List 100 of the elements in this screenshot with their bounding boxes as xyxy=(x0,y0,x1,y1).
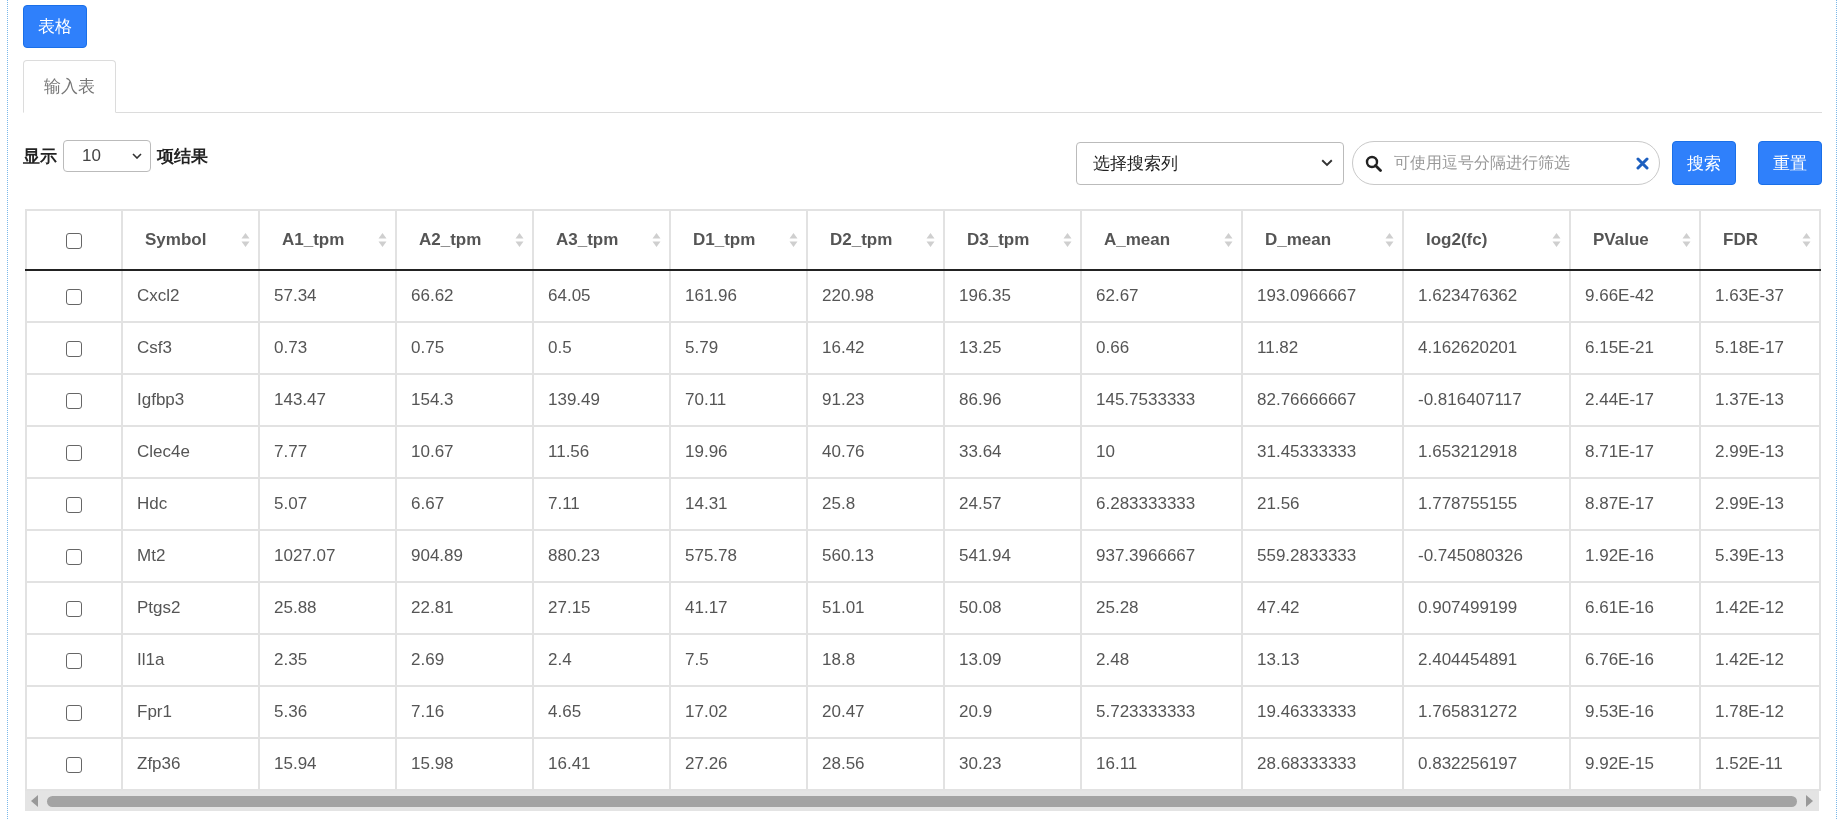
table-cell: 31.45333333 xyxy=(1242,426,1403,478)
table-cell: -0.745080326 xyxy=(1403,530,1570,582)
column-header[interactable]: PValue xyxy=(1593,230,1649,250)
column-header[interactable]: D3_tpm xyxy=(967,230,1030,250)
column-header[interactable]: A3_tpm xyxy=(556,230,619,250)
show-label: 显示 xyxy=(23,145,57,168)
table-cell: 1.63E-37 xyxy=(1700,270,1820,322)
column-header[interactable]: D_mean xyxy=(1265,230,1332,250)
scroll-right-icon[interactable] xyxy=(1805,795,1813,807)
row-checkbox[interactable] xyxy=(66,392,82,409)
table-cell: 41.17 xyxy=(670,582,807,634)
search-input[interactable]: 可使用逗号分隔进行筛选 xyxy=(1392,153,1626,173)
table-cell: 40.76 xyxy=(807,426,944,478)
table-cell: 64.05 xyxy=(533,270,670,322)
table-cell: 1.653212918 xyxy=(1403,426,1570,478)
table-cell: 51.01 xyxy=(807,582,944,634)
sort-icon[interactable] xyxy=(378,232,387,248)
table-cell: 5.36 xyxy=(259,686,396,738)
sort-icon[interactable] xyxy=(241,232,250,248)
clear-icon[interactable] xyxy=(1636,156,1649,170)
table-cell: 5.79 xyxy=(670,322,807,374)
table-cell: 27.15 xyxy=(533,582,670,634)
sort-icon[interactable] xyxy=(926,232,935,248)
column-header[interactable]: log2(fc) xyxy=(1426,230,1488,250)
table-cell: 7.5 xyxy=(670,634,807,686)
tab[interactable]: 输入表 xyxy=(23,60,116,113)
table-cell: 193.0966667 xyxy=(1242,270,1403,322)
table-cell: 66.62 xyxy=(396,270,533,322)
table-cell: 1.42E-12 xyxy=(1700,634,1820,686)
table-cell: Cxcl2 xyxy=(122,270,259,322)
row-checkbox[interactable] xyxy=(66,600,82,617)
chevron-down-icon xyxy=(132,153,142,159)
table-cell: 5.723333333 xyxy=(1081,686,1242,738)
sort-icon[interactable] xyxy=(1552,232,1561,248)
search-button[interactable]: 搜索 xyxy=(1672,141,1736,185)
column-header[interactable]: A_mean xyxy=(1104,230,1171,250)
row-checkbox[interactable] xyxy=(66,704,82,721)
table-cell: 14.31 xyxy=(670,478,807,530)
sort-icon[interactable] xyxy=(1385,232,1394,248)
sort-icon[interactable] xyxy=(1224,232,1233,248)
sort-icon[interactable] xyxy=(515,232,524,248)
table-cell: 10.67 xyxy=(396,426,533,478)
table-cell: 2.404454891 xyxy=(1403,634,1570,686)
table-cell: 145.7533333 xyxy=(1081,374,1242,426)
row-checkbox[interactable] xyxy=(66,444,82,461)
table-cell: 50.08 xyxy=(944,582,1081,634)
table-button[interactable]: 表格 xyxy=(23,5,87,48)
row-checkbox[interactable] xyxy=(66,340,82,357)
column-header[interactable]: D2_tpm xyxy=(830,230,893,250)
column-header[interactable]: A1_tpm xyxy=(282,230,345,250)
table-cell: Il1a xyxy=(122,634,259,686)
sort-icon[interactable] xyxy=(652,232,661,248)
column-header[interactable]: A2_tpm xyxy=(419,230,482,250)
scroll-left-icon[interactable] xyxy=(31,795,39,807)
table-cell: 2.35 xyxy=(259,634,396,686)
table-cell: 161.96 xyxy=(670,270,807,322)
table-cell: 13.25 xyxy=(944,322,1081,374)
table-cell: 1.778755155 xyxy=(1403,478,1570,530)
table-cell: 17.02 xyxy=(670,686,807,738)
row-checkbox[interactable] xyxy=(66,288,82,305)
table-cell: 1027.07 xyxy=(259,530,396,582)
table-cell: 2.99E-13 xyxy=(1700,478,1820,530)
column-header[interactable]: FDR xyxy=(1723,230,1758,250)
table-cell: 16.42 xyxy=(807,322,944,374)
table-cell: 6.15E-21 xyxy=(1570,322,1700,374)
table-cell: 2.69 xyxy=(396,634,533,686)
table-cell: Mt2 xyxy=(122,530,259,582)
row-checkbox[interactable] xyxy=(66,652,82,669)
search-column-select[interactable]: 选择搜索列 xyxy=(1076,141,1344,185)
table-cell: 2.48 xyxy=(1081,634,1242,686)
results-label: 项结果 xyxy=(157,145,208,168)
column-header[interactable]: D1_tpm xyxy=(693,230,756,250)
page-length-select[interactable]: 10 xyxy=(63,140,151,172)
table-cell: 139.49 xyxy=(533,374,670,426)
table-cell: 1.78E-12 xyxy=(1700,686,1820,738)
sort-icon[interactable] xyxy=(1063,232,1072,248)
table-cell: 57.34 xyxy=(259,270,396,322)
select-all-checkbox[interactable] xyxy=(66,232,82,249)
reset-button[interactable]: 重置 xyxy=(1758,141,1822,185)
table-cell: 143.47 xyxy=(259,374,396,426)
sort-icon[interactable] xyxy=(1682,232,1691,248)
table-cell: Clec4e xyxy=(122,426,259,478)
column-header[interactable]: Symbol xyxy=(145,230,207,250)
table-cell: 559.2833333 xyxy=(1242,530,1403,582)
sort-icon[interactable] xyxy=(1802,232,1811,248)
table-cell: 33.64 xyxy=(944,426,1081,478)
table-cell: 20.47 xyxy=(807,686,944,738)
table-cell: 8.71E-17 xyxy=(1570,426,1700,478)
sort-icon[interactable] xyxy=(789,232,798,248)
table-cell: Igfbp3 xyxy=(122,374,259,426)
table-cell: 0.75 xyxy=(396,322,533,374)
row-checkbox[interactable] xyxy=(66,548,82,565)
table-cell: 25.8 xyxy=(807,478,944,530)
row-checkbox[interactable] xyxy=(66,496,82,513)
table-cell: 2.4 xyxy=(533,634,670,686)
table-cell: 5.39E-13 xyxy=(1700,530,1820,582)
row-checkbox[interactable] xyxy=(66,756,82,773)
horizontal-scrollbar[interactable] xyxy=(25,791,1819,811)
table-cell: 541.94 xyxy=(944,530,1081,582)
table-cell: 7.16 xyxy=(396,686,533,738)
